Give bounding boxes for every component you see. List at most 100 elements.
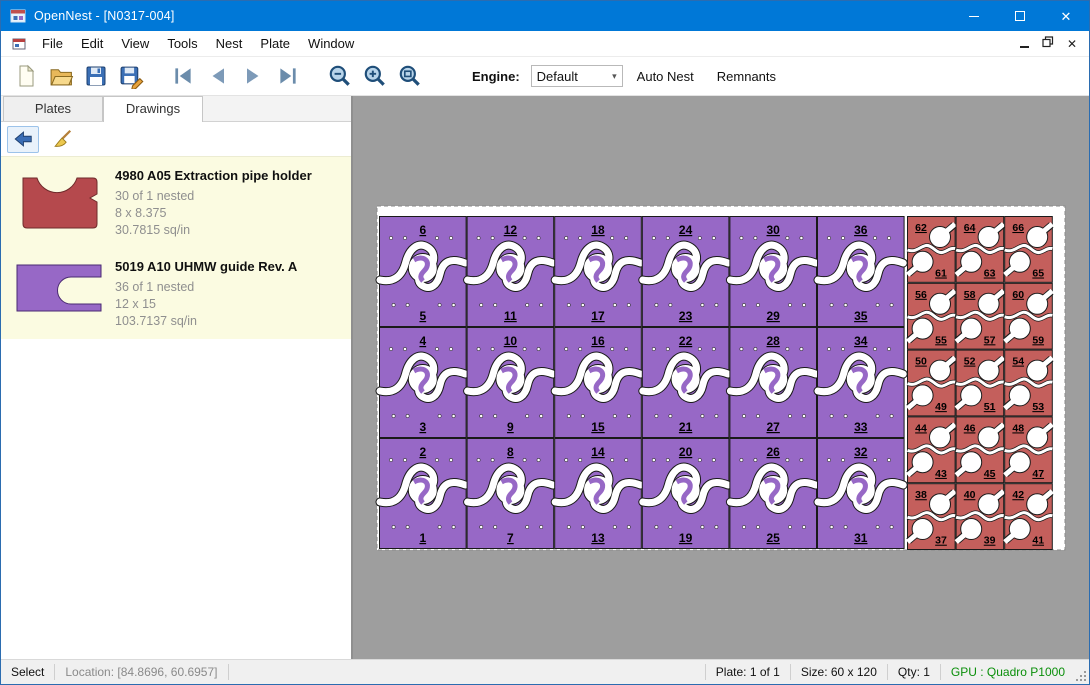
nav-prev-button[interactable] xyxy=(203,61,233,91)
part-number: 14 xyxy=(591,445,605,459)
nav-first-button[interactable] xyxy=(168,61,198,91)
menu-nest[interactable]: Nest xyxy=(207,32,252,55)
red-part-pair[interactable]: 6261 xyxy=(908,217,956,283)
part-number: 11 xyxy=(504,309,517,323)
part-size: 12 x 15 xyxy=(115,296,297,313)
red-part-pair[interactable]: 5049 xyxy=(908,350,956,416)
part-size: 8 x 8.375 xyxy=(115,205,312,222)
part-number: 6 xyxy=(419,223,426,237)
purple-part-pair[interactable]: 21 xyxy=(380,439,467,549)
red-part-pair[interactable]: 5453 xyxy=(1005,350,1053,416)
mdi-close-button[interactable]: ✕ xyxy=(1067,37,1077,51)
list-item-part-2[interactable]: 5019 A10 UHMW guide Rev. A 36 of 1 neste… xyxy=(1,248,351,339)
auto-nest-button[interactable]: Auto Nest xyxy=(628,64,703,89)
red-part-pair[interactable]: 5251 xyxy=(956,350,1004,416)
nav-next-icon xyxy=(241,64,265,88)
menu-view[interactable]: View xyxy=(112,32,158,55)
purple-part-pair[interactable]: 2019 xyxy=(642,439,729,549)
tab-drawings[interactable]: Drawings xyxy=(103,96,203,122)
purple-part-pair[interactable]: 43 xyxy=(380,328,467,438)
nav-prev-icon xyxy=(206,64,230,88)
nav-last-button[interactable] xyxy=(273,61,303,91)
status-separator xyxy=(228,664,229,680)
purple-part-pair[interactable]: 2625 xyxy=(730,439,817,549)
purple-part-pair[interactable]: 1211 xyxy=(467,217,554,327)
part-nested-count: 36 of 1 nested xyxy=(115,279,297,296)
red-part-pair[interactable]: 4847 xyxy=(1005,417,1053,483)
menu-plate[interactable]: Plate xyxy=(251,32,299,55)
part-number: 7 xyxy=(507,531,514,545)
purple-part-pair[interactable]: 3433 xyxy=(818,328,905,438)
zoom-out-button[interactable] xyxy=(325,61,355,91)
purple-part-pair[interactable]: 3231 xyxy=(818,439,905,549)
tab-plates[interactable]: Plates xyxy=(3,96,103,121)
titlebar[interactable]: OpenNest - [N0317-004] ✕ xyxy=(1,1,1089,31)
status-location: Location: [84.8696, 60.6957] xyxy=(55,660,227,684)
main-toolbar: Engine: Default ▾ Auto Nest Remnants xyxy=(1,57,1089,96)
zoom-fit-icon xyxy=(397,63,423,89)
part-area: 103.7137 sq/in xyxy=(115,313,297,330)
purple-part-pair[interactable]: 2423 xyxy=(642,217,729,327)
purple-part-pair[interactable]: 3029 xyxy=(730,217,817,327)
zoom-in-icon xyxy=(362,63,388,89)
red-part-pair[interactable]: 4443 xyxy=(908,417,956,483)
plate-canvas[interactable]: 6512111817242330293635431091615222128273… xyxy=(353,96,1089,659)
engine-dropdown[interactable]: Default ▾ xyxy=(531,65,623,87)
document-icon[interactable] xyxy=(11,36,27,52)
purple-part-pair[interactable]: 2221 xyxy=(642,328,729,438)
part-thumbnail-purple xyxy=(9,257,109,330)
status-size: Size: 60 x 120 xyxy=(791,660,887,684)
broom-icon xyxy=(51,128,73,150)
nav-next-button[interactable] xyxy=(238,61,268,91)
zoom-in-button[interactable] xyxy=(360,61,390,91)
maximize-button[interactable] xyxy=(997,1,1043,31)
red-part-pair[interactable]: 6463 xyxy=(956,217,1004,283)
mdi-restore-icon xyxy=(1042,36,1054,48)
part-number: 28 xyxy=(767,334,781,348)
purple-part-pair[interactable]: 3635 xyxy=(818,217,905,327)
purple-part-pair[interactable]: 87 xyxy=(467,439,554,549)
menu-edit[interactable]: Edit xyxy=(72,32,112,55)
part-number: 13 xyxy=(591,531,605,545)
new-document-button[interactable] xyxy=(11,61,41,91)
resize-grip[interactable] xyxy=(1075,660,1089,684)
menu-file[interactable]: File xyxy=(33,32,72,55)
red-part-pair[interactable]: 4645 xyxy=(956,417,1004,483)
red-part-pair[interactable]: 6665 xyxy=(1005,217,1053,283)
nest-canvas[interactable]: 6512111817242330293635431091615222128273… xyxy=(353,96,1089,659)
part-nested-count: 30 of 1 nested xyxy=(115,188,312,205)
red-part-pair[interactable]: 5857 xyxy=(956,283,1004,349)
part-number: 9 xyxy=(507,420,514,434)
purple-part-pair[interactable]: 1615 xyxy=(555,328,642,438)
clean-broom-button[interactable] xyxy=(46,126,78,153)
open-file-button[interactable] xyxy=(46,61,76,91)
zoom-fit-button[interactable] xyxy=(395,61,425,91)
list-item-part-1[interactable]: 4980 A05 Extraction pipe holder 30 of 1 … xyxy=(1,157,351,248)
engine-dropdown-value: Default xyxy=(537,69,578,84)
minimize-button[interactable] xyxy=(951,1,997,31)
close-icon: ✕ xyxy=(1061,10,1072,23)
mdi-restore-button[interactable] xyxy=(1042,36,1054,51)
red-part-pair[interactable]: 6059 xyxy=(1005,283,1053,349)
red-part-pair[interactable]: 4039 xyxy=(956,484,1004,550)
save-button[interactable] xyxy=(81,61,111,91)
purple-part-pair[interactable]: 65 xyxy=(380,217,467,327)
red-part-pair[interactable]: 4241 xyxy=(1005,484,1053,550)
red-part-pair[interactable]: 3837 xyxy=(908,484,956,550)
purple-part-pair[interactable]: 1817 xyxy=(555,217,642,327)
mdi-minimize-button[interactable] xyxy=(1020,39,1029,48)
menu-tools[interactable]: Tools xyxy=(158,32,206,55)
red-part-pair[interactable]: 5655 xyxy=(908,283,956,349)
part-number: 1 xyxy=(419,531,426,545)
purple-part-pair[interactable]: 14 13 xyxy=(555,439,642,549)
back-arrow-button[interactable] xyxy=(7,126,39,153)
remnants-button[interactable]: Remnants xyxy=(708,64,785,89)
part-number: 19 xyxy=(679,531,693,545)
part-number: 30 xyxy=(767,223,781,237)
purple-part-pair[interactable]: 109 xyxy=(467,328,554,438)
close-button[interactable]: ✕ xyxy=(1043,1,1089,31)
menu-window[interactable]: Window xyxy=(299,32,363,55)
part-area: 30.7815 sq/in xyxy=(115,222,312,239)
save-as-button[interactable] xyxy=(116,61,146,91)
purple-part-pair[interactable]: 2827 xyxy=(730,328,817,438)
